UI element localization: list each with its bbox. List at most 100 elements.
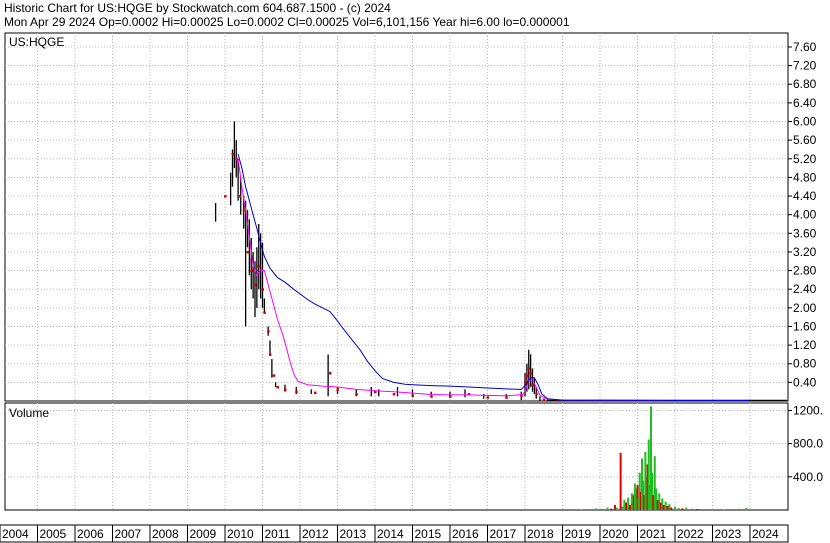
close-marker (505, 396, 508, 399)
year-tick-label: 2021 (640, 527, 667, 541)
close-marker (269, 353, 272, 356)
close-marker (542, 398, 546, 402)
close-marker (254, 283, 257, 287)
volume-tick-label: 1200. (793, 403, 823, 417)
year-tick-label: 2009 (190, 527, 217, 541)
volume-axis: 1200. 800.0 400.0 (788, 403, 823, 484)
year-tick-label: 2019 (565, 527, 592, 541)
volume-bar (674, 506, 676, 510)
volume-panel: 1200. 800.0 400.0 Volume (4, 402, 823, 511)
volume-bar (606, 507, 609, 510)
volume-bar (711, 509, 714, 510)
close-marker (392, 393, 396, 396)
year-tick-label: 2012 (302, 527, 329, 541)
volume-bar (623, 500, 626, 510)
price-tick-label: 4.80 (793, 170, 817, 184)
close-marker (411, 394, 414, 397)
close-marker (525, 374, 529, 377)
year-tick-label: 2017 (490, 527, 517, 541)
volume-bar (621, 506, 624, 510)
close-marker (314, 391, 317, 395)
volume-tick-label: 400.0 (793, 470, 823, 484)
year-tick-label: 2006 (77, 527, 104, 541)
close-marker (242, 209, 246, 212)
volume-bar (627, 497, 630, 510)
close-marker (295, 390, 298, 394)
year-tick-label: 2007 (115, 527, 142, 541)
volume-panel-frame (4, 402, 789, 511)
year-tick-label: 2022 (677, 527, 704, 541)
volume-bar (595, 508, 598, 510)
price-tick-label: 6.80 (793, 77, 817, 91)
close-marker (355, 393, 358, 396)
price-tick-label: 6.00 (793, 115, 817, 129)
price-tick-label: 3.60 (793, 226, 817, 240)
year-tick-label: 2014 (377, 527, 404, 541)
close-marker (231, 153, 234, 156)
year-tick-label: 2005 (40, 527, 67, 541)
year-tick-label: 2015 (415, 527, 442, 541)
close-marker (336, 388, 339, 391)
price-tick-label: 2.40 (793, 282, 817, 296)
price-axis: 7.60 7.20 6.80 6.40 6.00 5.60 5.20 4.80 4.40 4.00… (788, 40, 817, 389)
volume-tick-label: 800.0 (793, 437, 823, 451)
volume-bar (614, 505, 616, 510)
volume-bar (745, 507, 748, 510)
price-tick-label: 5.60 (793, 133, 817, 147)
year-tick-label: 2010 (227, 527, 254, 541)
volume-bar (722, 509, 725, 510)
price-panel-title: US:HQGE (9, 35, 64, 49)
close-marker (272, 374, 276, 377)
price-tick-label: 2.80 (793, 264, 817, 278)
close-marker (329, 372, 332, 375)
price-tick-label: 3.20 (793, 245, 817, 259)
volume-bar (668, 504, 671, 510)
price-tick-label: 7.60 (793, 40, 817, 54)
volume-bar (580, 509, 583, 510)
price-tick-label: 5.20 (793, 152, 817, 166)
year-tick-label: 2011 (265, 527, 291, 541)
volume-bar (677, 507, 680, 510)
close-marker (235, 157, 238, 161)
close-marker (224, 195, 227, 198)
volume-bar (664, 501, 667, 510)
volume-bar (681, 508, 684, 510)
volume-bar (615, 507, 618, 510)
year-tick-label: 2016 (452, 527, 479, 541)
year-tick-label: 2018 (527, 527, 554, 541)
price-tick-label: 4.00 (793, 208, 817, 222)
close-marker (276, 386, 279, 389)
price-tick-label: 6.40 (793, 96, 817, 110)
year-tick-label: 2013 (340, 527, 367, 541)
close-marker (261, 288, 264, 291)
price-tick-label: 1.60 (793, 319, 817, 333)
year-tick-label: 2020 (602, 527, 629, 541)
price-tick-label: 0.40 (793, 375, 817, 389)
volume-bar (690, 508, 693, 510)
volume-panel-title: Volume (9, 406, 49, 420)
close-marker (284, 388, 287, 391)
price-tick-label: 0.80 (793, 357, 817, 371)
year-tick-label: 2024 (752, 527, 779, 541)
volume-bar (670, 507, 673, 510)
price-tick-label: 4.40 (793, 189, 817, 203)
volume-bar (625, 502, 628, 510)
close-marker (529, 372, 533, 375)
volume-bar (662, 505, 665, 510)
volume-bar (629, 505, 631, 510)
close-marker (531, 383, 534, 387)
volume-bar (600, 509, 603, 510)
year-tick-label: 2008 (152, 527, 179, 541)
close-marker (449, 395, 452, 398)
volume-bar (666, 505, 669, 510)
year-tick-label: 2023 (715, 527, 742, 541)
close-marker (250, 269, 253, 273)
volume-bar (619, 452, 622, 510)
close-marker (267, 330, 270, 333)
price-panel-frame (4, 32, 789, 402)
close-marker (535, 393, 538, 396)
close-marker (430, 395, 433, 398)
volume-bar (610, 508, 613, 510)
price-panel: 7.60 7.20 6.80 6.40 6.00 5.60 5.20 4.80 4.40 4.00… (4, 32, 817, 402)
volume-bar (696, 509, 699, 510)
